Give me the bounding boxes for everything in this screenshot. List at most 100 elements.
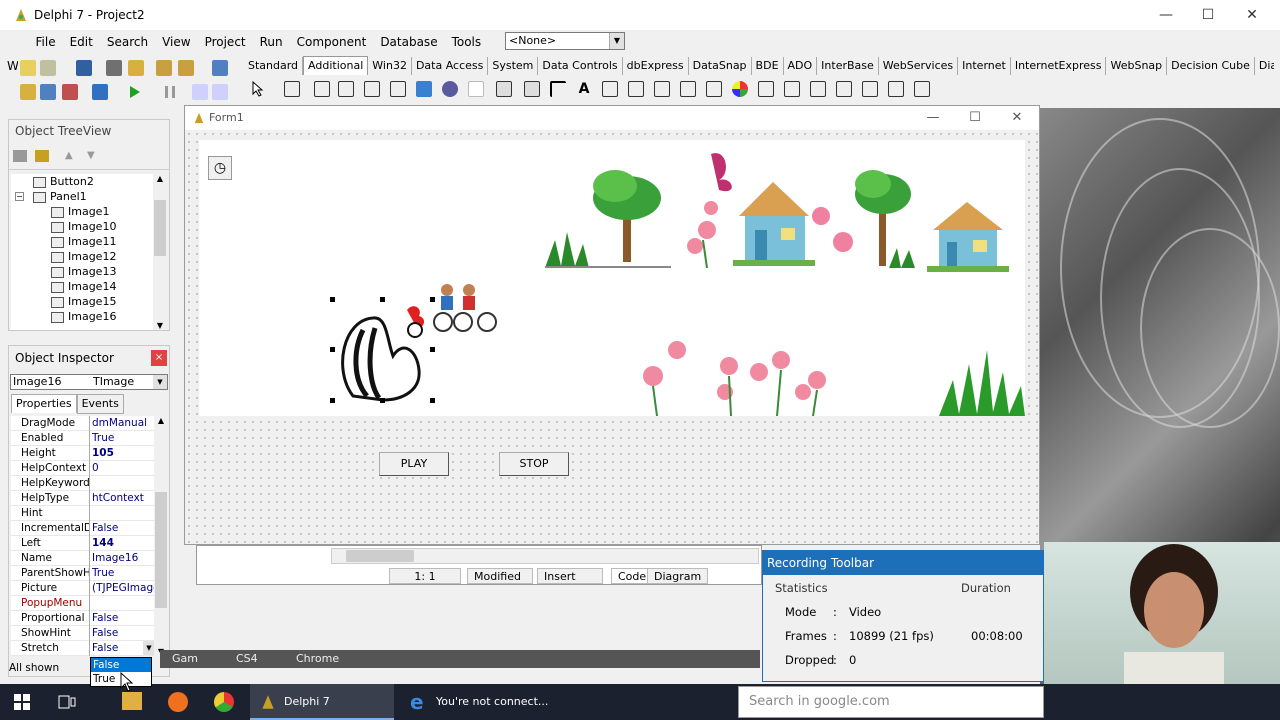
column-divider[interactable]: [89, 521, 90, 536]
timer-component[interactable]: ◷: [208, 156, 232, 180]
scrollbar-thumb[interactable]: [155, 492, 167, 608]
desktop-shortcut-label[interactable]: CS4: [236, 652, 258, 665]
selection-handle[interactable]: [430, 297, 435, 302]
xpcolormap-icon[interactable]: [836, 81, 852, 97]
selection-handle[interactable]: [330, 398, 335, 403]
tree-item[interactable]: Image12: [11, 249, 159, 264]
palette-tab-data-controls[interactable]: Data Controls: [538, 57, 623, 75]
save-all-icon[interactable]: [106, 60, 122, 76]
tab-events[interactable]: Events: [76, 394, 124, 414]
controlbar-icon[interactable]: [602, 81, 618, 97]
applicationevents-icon[interactable]: [628, 81, 644, 97]
scroll-up-icon[interactable]: ▲: [154, 416, 168, 425]
grass-image[interactable]: [939, 346, 1025, 416]
help-icon[interactable]: [212, 60, 228, 76]
rooster-image[interactable]: [333, 300, 433, 404]
property-row[interactable]: IncrementalDisFalse: [11, 521, 155, 536]
tree-item[interactable]: Image13: [11, 264, 159, 279]
property-value[interactable]: False: [92, 626, 155, 641]
dropdown-option-false[interactable]: False: [91, 658, 151, 672]
file-explorer-icon[interactable]: [122, 692, 142, 710]
palette-tab-interbase[interactable]: InterBase: [817, 57, 879, 75]
form-maximize-button[interactable]: ☐: [955, 106, 995, 130]
new-icon[interactable]: [20, 60, 36, 76]
task-view-icon[interactable]: [58, 694, 76, 710]
scrollbar-thumb[interactable]: [346, 550, 414, 562]
palette-tab-system[interactable]: System: [488, 57, 539, 75]
colorbox-icon[interactable]: [706, 81, 722, 97]
menu-component[interactable]: Component: [290, 30, 374, 54]
property-value[interactable]: 105: [92, 446, 155, 461]
open-icon[interactable]: [40, 60, 56, 76]
scene-panel[interactable]: [199, 140, 1025, 416]
arrow-up-icon[interactable]: ▲: [65, 150, 73, 161]
pause-icon[interactable]: [162, 84, 178, 100]
column-divider[interactable]: [89, 566, 90, 581]
tree-item[interactable]: Image1: [11, 204, 159, 219]
column-divider[interactable]: [89, 536, 90, 551]
property-row[interactable]: HelpType htContext: [11, 491, 155, 506]
selection-handle[interactable]: [430, 347, 435, 352]
palette-tab-standard[interactable]: Standard: [244, 57, 304, 75]
run-icon[interactable]: [126, 84, 142, 100]
delete-icon[interactable]: [13, 150, 27, 162]
palette-tab-ado[interactable]: ADO: [784, 57, 818, 75]
property-row[interactable]: DragMode dmManual: [11, 416, 155, 431]
property-value[interactable]: Image16: [92, 551, 155, 566]
trace-into-icon[interactable]: [192, 84, 208, 100]
actiontoolbar-icon[interactable]: [810, 81, 826, 97]
actionmainmenubar-icon[interactable]: [784, 81, 800, 97]
property-value[interactable]: htContext: [92, 491, 155, 506]
menu-tools[interactable]: Tools: [445, 30, 489, 54]
palette-tab-internet[interactable]: Internet: [958, 57, 1011, 75]
palette-tab-data-access[interactable]: Data Access: [412, 57, 489, 75]
property-row[interactable]: Enabled True: [11, 431, 155, 446]
menu-project[interactable]: Project: [198, 30, 253, 54]
tree-item[interactable]: Image16: [11, 309, 159, 324]
palette-tab-websnap[interactable]: WebSnap: [1106, 57, 1168, 75]
tree-item[interactable]: Button2: [11, 174, 159, 189]
palette-tab-additional[interactable]: Additional: [303, 56, 369, 75]
property-row[interactable]: Picture (TJPEGImage: [11, 581, 155, 596]
palette-tab-dialogs[interactable]: Dialogs: [1255, 57, 1274, 75]
palette-tab-decision-cube[interactable]: Decision Cube: [1167, 57, 1255, 75]
chevron-down-icon[interactable]: ▼: [609, 33, 624, 49]
chrome-icon[interactable]: [214, 692, 234, 712]
close-icon[interactable]: ×: [151, 350, 167, 366]
column-divider[interactable]: [89, 581, 90, 596]
new-item-icon[interactable]: [35, 150, 49, 162]
form-close-button[interactable]: ✕: [997, 106, 1037, 130]
column-divider[interactable]: [89, 551, 90, 566]
customizedlg-icon[interactable]: [914, 81, 930, 97]
menu-run[interactable]: Run: [253, 30, 290, 54]
add-file-icon[interactable]: [156, 60, 172, 76]
stop-button[interactable]: STOP: [499, 452, 569, 476]
checklistbox-icon[interactable]: [524, 81, 540, 97]
column-divider[interactable]: [89, 446, 90, 461]
maximize-button[interactable]: ☐: [1186, 4, 1230, 26]
selection-handle[interactable]: [330, 347, 335, 352]
selection-handle[interactable]: [330, 297, 335, 302]
property-value[interactable]: 0: [92, 461, 155, 476]
windows-start-icon[interactable]: [14, 694, 30, 710]
scroll-up-icon[interactable]: ▲: [153, 174, 167, 183]
house-image[interactable]: [927, 200, 1009, 274]
valuelisteditor-icon[interactable]: [654, 81, 670, 97]
tree-image[interactable]: [839, 160, 929, 272]
view-form-icon[interactable]: [40, 84, 56, 100]
menu-view[interactable]: View: [155, 30, 197, 54]
selection-handle[interactable]: [380, 398, 385, 403]
maskedit-icon[interactable]: [338, 81, 354, 97]
column-divider[interactable]: [89, 461, 90, 476]
speedbutton-icon[interactable]: [314, 81, 330, 97]
arrow-down-icon[interactable]: ▼: [87, 150, 95, 161]
pointer-arrow-icon[interactable]: [250, 81, 266, 97]
property-value[interactable]: False: [92, 521, 155, 536]
labelededit-icon[interactable]: [680, 81, 696, 97]
close-button[interactable]: ✕: [1230, 4, 1274, 26]
tree-item[interactable]: Image11: [11, 234, 159, 249]
remove-file-icon[interactable]: [178, 60, 194, 76]
tree-item[interactable]: Image14: [11, 279, 159, 294]
property-value[interactable]: dmManual: [92, 416, 155, 431]
palette-tab-win32[interactable]: Win32: [368, 57, 412, 75]
